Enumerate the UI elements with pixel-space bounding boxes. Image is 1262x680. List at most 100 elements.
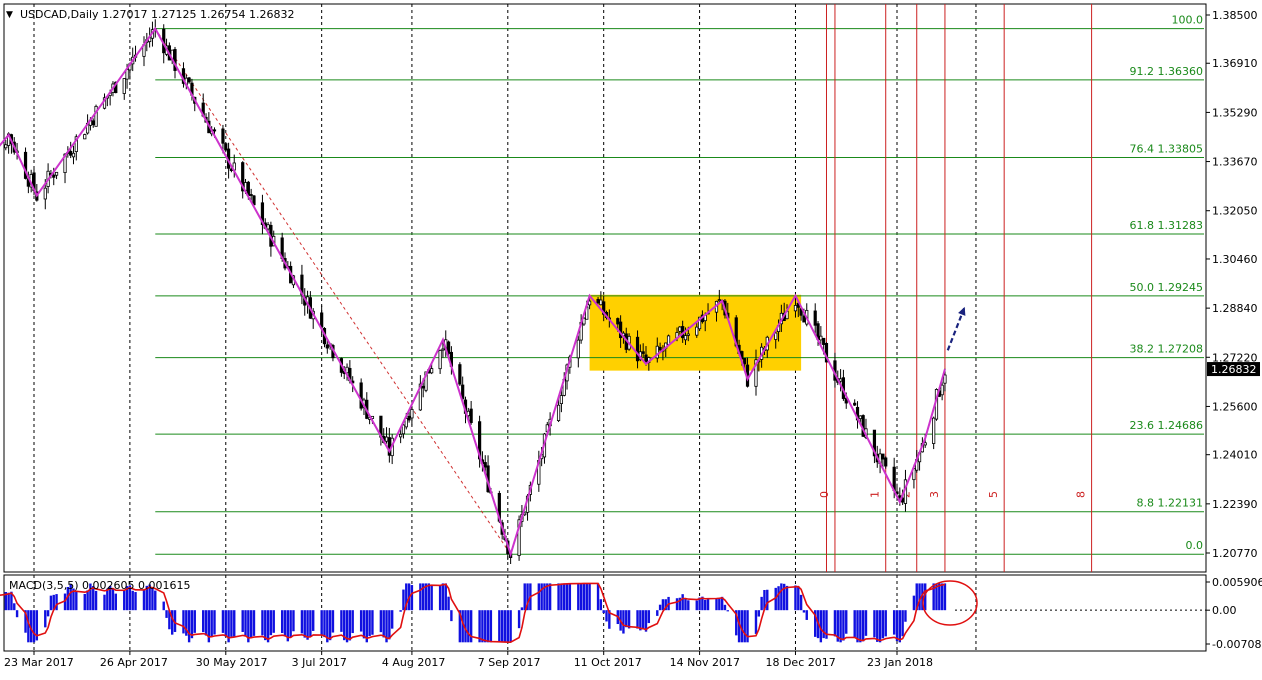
macd-bar: [241, 610, 244, 632]
candle-body: [71, 152, 76, 158]
candle-body: [599, 299, 603, 306]
macd-bar: [280, 610, 284, 634]
macd-bar: [224, 610, 227, 637]
macd-bar: [498, 610, 501, 643]
macd-bar: [289, 610, 292, 638]
date-tick-label: 7 Sep 2017: [478, 656, 541, 669]
macd-bar: [873, 610, 876, 638]
candle-body: [743, 358, 747, 365]
indicator-label: MACD(3,5,5) 0.002605 0.001615: [9, 579, 191, 592]
fib-time-label: 0: [818, 491, 831, 498]
candle-body: [410, 409, 414, 419]
macd-bar: [636, 610, 639, 629]
candle-body: [686, 333, 690, 336]
macd-bar: [760, 596, 763, 611]
macd-bar: [585, 583, 588, 611]
macd-bar: [675, 598, 679, 611]
price-chart[interactable]: 100.091.2 1.3636076.4 1.3380561.8 1.3128…: [0, 0, 1262, 676]
macd-bar: [856, 610, 859, 643]
macd-bar: [582, 583, 586, 611]
candle-body: [802, 315, 806, 323]
macd-bar: [802, 610, 806, 613]
macd-bar: [348, 610, 352, 641]
macd-bar: [588, 583, 591, 611]
macd-bar: [661, 599, 665, 611]
macd-bar: [605, 610, 608, 622]
candle-body: [407, 415, 411, 421]
macd-bar: [399, 610, 402, 612]
macd-bar: [484, 610, 487, 643]
date-tick-label: 23 Jan 2018: [867, 656, 933, 669]
macd-bar: [726, 610, 729, 612]
candle-body: [793, 305, 798, 312]
macd-bar: [213, 610, 216, 635]
price-tick-label: 1.22390: [1212, 498, 1258, 511]
candle-body: [325, 344, 329, 349]
macd-bar: [577, 583, 580, 611]
macd-bar: [794, 585, 797, 611]
candle-body: [249, 194, 253, 196]
macd-bar: [901, 610, 904, 637]
candle-body: [774, 332, 778, 340]
macd-bar: [182, 610, 185, 634]
macd-bar: [563, 583, 566, 611]
macd-bar: [419, 583, 422, 611]
macd-bar: [506, 610, 510, 643]
current-price-label: 1.26832: [1211, 363, 1257, 376]
macd-bar: [303, 610, 306, 638]
macd-bar: [410, 585, 414, 611]
macd-bar: [622, 610, 625, 634]
macd-bar: [861, 610, 865, 642]
candle-body: [717, 299, 721, 302]
macd-bar: [264, 610, 267, 641]
macd-bar: [379, 610, 383, 633]
macd-bar: [780, 583, 783, 611]
macd-bar: [331, 610, 335, 633]
macd-bar: [221, 610, 225, 633]
macd-bar: [55, 594, 58, 611]
macd-bar: [351, 610, 354, 634]
macd-bar: [46, 610, 50, 617]
chart-title: USDCAD,Daily 1.27017 1.27125 1.26754 1.2…: [20, 8, 294, 21]
macd-bar: [187, 610, 191, 643]
date-tick-label: 11 Oct 2017: [574, 656, 642, 669]
price-tick-label: 1.38500: [1212, 9, 1258, 22]
candle-body: [421, 385, 425, 389]
candle-body: [43, 187, 47, 200]
macd-bar: [859, 610, 862, 643]
macd-tick-label: 0.00: [1212, 604, 1237, 617]
macd-bar: [75, 591, 78, 611]
menu-triangle-icon[interactable]: ▼: [6, 10, 13, 20]
candle-body: [224, 143, 228, 151]
candle-body: [122, 78, 126, 94]
macd-bar: [754, 610, 758, 634]
date-tick-label: 18 Dec 2017: [765, 656, 835, 669]
candle-body: [4, 144, 8, 149]
macd-bar: [249, 610, 253, 638]
chart-window[interactable]: 100.0 91.2 1.36360 76.4 1.33805 61.8 1.3128…: [0, 0, 1262, 676]
macd-bar: [785, 585, 789, 611]
macd-bar: [427, 583, 431, 611]
macd-bar: [746, 610, 749, 643]
macd-bar: [309, 610, 312, 637]
macd-bar: [7, 592, 10, 611]
macd-bar: [123, 590, 126, 611]
macd-bar: [134, 592, 137, 611]
candle-body: [658, 346, 662, 351]
fib-level-label: 23.6 1.24686: [1130, 419, 1203, 432]
candle-body: [483, 462, 487, 468]
macd-bar: [537, 583, 541, 611]
macd-bar: [904, 610, 907, 622]
candle-body: [469, 408, 473, 423]
macd-bar: [715, 598, 718, 611]
candle-body: [399, 433, 403, 438]
macd-bar: [261, 610, 264, 636]
macd-bar: [390, 610, 394, 629]
fib-level-label: 61.8 1.31283: [1130, 219, 1203, 232]
price-tick-label: 1.36910: [1212, 57, 1258, 70]
macd-bar: [599, 599, 603, 611]
macd-bar: [162, 601, 165, 611]
candle-body: [884, 457, 888, 467]
price-tick-label: 1.30460: [1212, 253, 1258, 266]
macd-bar: [681, 594, 684, 611]
